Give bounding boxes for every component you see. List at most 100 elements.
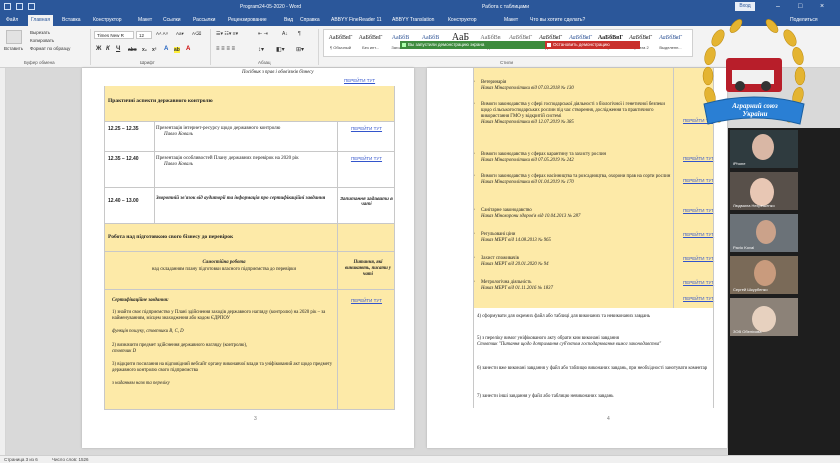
cut-button[interactable]: Вырезать: [30, 30, 50, 35]
logo-line-2: України: [742, 110, 768, 118]
tab-review[interactable]: Рецензирование: [228, 17, 267, 23]
tab-home[interactable]: Главная: [28, 15, 54, 26]
self-work-text: над складанням плану підготовки власного…: [151, 267, 297, 272]
table-border: [394, 86, 395, 410]
page-3[interactable]: Посібник з прав і обов'язків бізнесу ПЕР…: [82, 68, 414, 448]
row-link[interactable]: ПЕРЕЙТИ ТУТ: [339, 156, 394, 161]
participant-tile[interactable]: Людмила Нехрешенко: [730, 172, 798, 210]
row-link[interactable]: ПЕРЕЙТИ ТУТ: [339, 126, 394, 131]
style-normal[interactable]: АаБбВвГ ¶ Обычный: [324, 32, 357, 54]
requirement-name: Санітарне законодавство: [473, 208, 673, 214]
table-row: 12.40 – 13.00 Зворотній зв'язок від ауди…: [104, 188, 394, 224]
participant-tile[interactable]: ЗОВ Обеліхова: [730, 298, 798, 336]
styles-group-label: Стили: [500, 60, 513, 65]
requirement-name: Вимоги законодавства у сфері господарськ…: [473, 102, 673, 120]
copy-button[interactable]: Копировать: [30, 38, 54, 43]
paste-icon[interactable]: [6, 30, 22, 44]
page3-top-link[interactable]: ПЕРЕЙТИ ТУТ: [344, 78, 375, 83]
superscript-icon[interactable]: x²: [152, 47, 156, 53]
quick-access-toolbar: [4, 3, 35, 10]
requirement-link[interactable]: ПЕРЕЙТИ ТУТ: [683, 208, 714, 213]
font-color-icon[interactable]: A: [186, 46, 190, 52]
close-icon[interactable]: ×: [820, 3, 824, 10]
vertical-ruler: [0, 68, 6, 455]
strikethrough-icon[interactable]: abc: [128, 47, 137, 53]
maximize-icon[interactable]: □: [798, 3, 802, 10]
shading-icon[interactable]: ◧▾: [276, 46, 285, 53]
requirement-link[interactable]: ПЕРЕЙТИ ТУТ: [683, 280, 714, 285]
participant-tile[interactable]: iPhone: [730, 130, 798, 168]
page-number: 3: [254, 416, 257, 422]
participant-tile[interactable]: Сергей Шкурбенко: [730, 256, 798, 294]
tab-view[interactable]: Вид: [284, 17, 293, 23]
requirement-metrology: Метрологічна діяльністьНаказ МЕРТ від 01…: [473, 280, 673, 292]
tell-me-search[interactable]: Что вы хотите сделать?: [530, 17, 585, 23]
sort-icon[interactable]: A↓: [282, 31, 288, 37]
requirement-link[interactable]: ПЕРЕЙТИ ТУТ: [683, 156, 714, 161]
cert-link[interactable]: ПЕРЕЙТИ ТУТ: [339, 298, 394, 303]
page-4[interactable]: ВетеринаріяНаказ Мінагрополітики від 07.…: [427, 68, 727, 448]
participant-avatar: [752, 134, 774, 160]
undo-icon[interactable]: [16, 3, 23, 10]
step-6: 6) занести вже виконані завдання у файл …: [477, 366, 708, 371]
font-name-select[interactable]: Times New R: [94, 31, 134, 39]
minimize-icon[interactable]: –: [776, 3, 780, 10]
tab-abbyy-translation[interactable]: ABBYY Translation: [392, 17, 434, 23]
requirement-link[interactable]: ПЕРЕЙТИ ТУТ: [683, 232, 714, 237]
change-case-icon[interactable]: Aa▾: [176, 31, 184, 37]
login-button[interactable]: Вход: [735, 2, 755, 11]
paste-button[interactable]: Вставить: [4, 46, 23, 51]
indent-icon[interactable]: ⇤ ⇥: [258, 31, 268, 37]
participant-tile[interactable]: Pavlo Koval: [730, 214, 798, 252]
requirement-link[interactable]: ПЕРЕЙТИ ТУТ: [683, 296, 714, 301]
participant-name: iPhone: [733, 161, 746, 166]
grow-font-icon[interactable]: A˄ A˅: [156, 31, 168, 36]
cert-item-1: 1) знайти своє підприємство у Плані здій…: [112, 310, 326, 321]
requirement-link[interactable]: ПЕРЕЙТИ ТУТ: [683, 256, 714, 261]
style-intense-quote[interactable]: АаБбВвГ Выделенн...: [654, 32, 687, 54]
tab-mailings[interactable]: Рассылки: [193, 17, 215, 23]
table-row: 12.25 – 12.35 Презентація інтернет-ресур…: [104, 122, 394, 152]
page-count[interactable]: Страница 3 из 6: [4, 457, 38, 462]
page3-top-line: Посібник з прав і обов'язків бізнесу: [242, 70, 314, 75]
font-size-select[interactable]: 12: [136, 31, 152, 39]
tab-help[interactable]: Справка: [300, 17, 320, 23]
tab-references[interactable]: Ссылки: [163, 17, 181, 23]
clear-formatting-icon[interactable]: A⌫: [192, 31, 201, 37]
tab-table-layout[interactable]: Макет: [504, 17, 518, 23]
highlight-icon[interactable]: ab: [174, 47, 180, 53]
save-icon[interactable]: [4, 3, 11, 10]
tab-design[interactable]: Конструктор: [93, 17, 122, 23]
stop-share-button[interactable]: Остановить демонстрацию: [545, 41, 640, 49]
tab-layout[interactable]: Макет: [138, 17, 152, 23]
requirement-link[interactable]: ПЕРЕЙТИ ТУТ: [683, 178, 714, 183]
style-no-spacing[interactable]: АаБбВвГ Без инт...: [354, 32, 387, 54]
group-separator: [318, 29, 319, 65]
requirement-doc: Наказ МЕРТ від 14.08.2013 № 965: [481, 238, 551, 243]
tab-table-design[interactable]: Конструктор: [448, 17, 477, 23]
section-title: Робота над підготовкою свого бізнесу до …: [108, 234, 234, 240]
self-work-row: Самостійна робота над складанням плану п…: [104, 252, 394, 290]
italic-icon[interactable]: К: [106, 46, 110, 52]
tab-file[interactable]: Файл: [6, 17, 18, 23]
redo-icon[interactable]: [28, 3, 35, 10]
requirement-name: Регульовані ціни: [473, 232, 673, 238]
bold-icon[interactable]: Ж: [96, 46, 101, 52]
bullets-icon[interactable]: ☰▾ ☷▾ ≡▾: [216, 31, 238, 37]
align-icons[interactable]: ≡ ≡ ≡ ≡: [216, 46, 235, 52]
line-spacing-icon[interactable]: ↕▾: [258, 46, 264, 53]
word-count[interactable]: Число слов: 1526: [52, 457, 89, 462]
show-marks-icon[interactable]: ¶: [298, 31, 301, 37]
text-effects-icon[interactable]: A: [164, 46, 168, 52]
underline-icon[interactable]: Ч: [116, 46, 120, 52]
paragraph-group-label: Абзац: [258, 60, 271, 65]
requirement-doc: Наказ Мінохорони здоров'я від 10.04.2013…: [481, 214, 581, 219]
subscript-icon[interactable]: x₂: [142, 47, 147, 53]
participant-name: Людмила Нехрешенко: [733, 203, 775, 208]
borders-icon[interactable]: ⊞▾: [296, 46, 304, 53]
format-painter-button[interactable]: Формат по образцу: [30, 46, 70, 51]
tab-abbyy-finereader[interactable]: ABBYY FineReader 11: [331, 17, 382, 23]
row-speaker: Павло Коваль: [164, 162, 193, 167]
tab-insert[interactable]: Вставка: [62, 17, 81, 23]
participant-name: Сергей Шкурбенко: [733, 287, 768, 292]
